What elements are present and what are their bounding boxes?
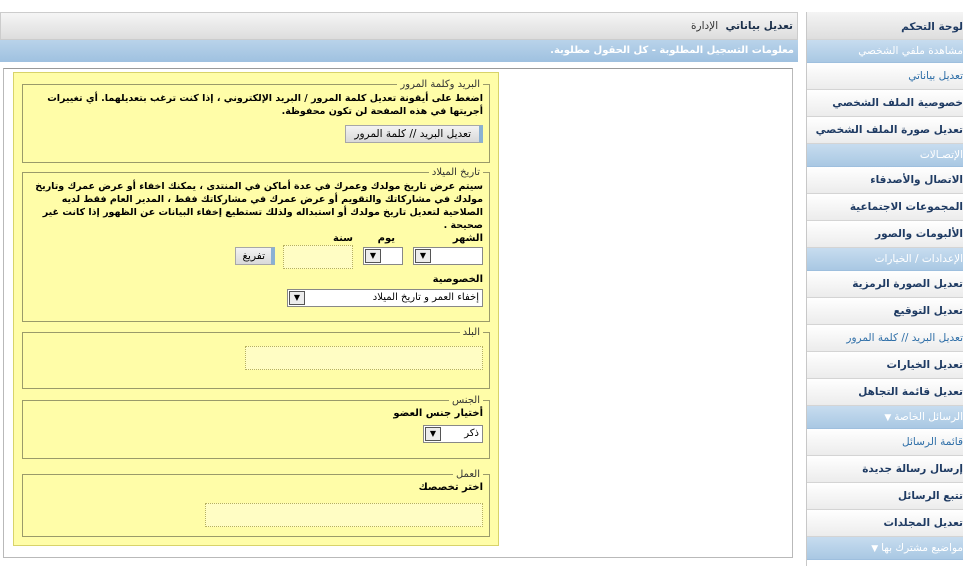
sidebar-item-18[interactable]: تتبع الرسائل (807, 483, 963, 510)
birthday-legend: تاريخ الميلاد (431, 167, 480, 178)
sidebar-item-label: تعديل قائمة التجاهل (858, 386, 963, 398)
sidebar-item-label: خصوصية الملف الشخصي (832, 97, 963, 109)
sidebar-item-3[interactable]: خصوصية الملف الشخصي (807, 90, 963, 117)
triangle-down-icon[interactable]: ▼ (884, 407, 891, 428)
sidebar-item-label: إرسال رسالة جديدة (862, 463, 963, 475)
chevron-down-icon[interactable]: ▼ (425, 427, 441, 441)
birthday-privacy-select[interactable]: إخفاء العمر و تاريخ الميلاد ▼ (287, 289, 483, 307)
gender-select[interactable]: ذكر ▼ (423, 425, 483, 443)
work-section: العمل اختر تخصصك (22, 469, 490, 537)
work-input[interactable] (205, 503, 483, 527)
gender-legend: الجنس (451, 395, 480, 406)
sidebar-item-4[interactable]: تعديل صورة الملف الشخصي (807, 117, 963, 144)
email-password-help: اضغط على أيقونة تعديل كلمة المرور / البر… (47, 93, 483, 117)
gender-section: الجنس أختيار جنس العضو ذكر ▼ (22, 395, 490, 459)
clear-birthday-button[interactable]: تفريغ (235, 247, 275, 265)
sidebar-section-1[interactable]: مشاهدة ملفي الشخصي (807, 40, 963, 63)
day-label: يوم (377, 233, 395, 244)
month-select[interactable]: ▼ (413, 247, 483, 265)
country-section: البلد (22, 327, 490, 389)
privacy-label: الخصوصية (432, 274, 483, 285)
info-bar: معلومات التسجيل المطلوبة - كل الحقول مطل… (0, 40, 798, 62)
sidebar-item-label: الرسائل الخاصة (894, 411, 963, 423)
sidebar-item-label: مواضيع مشترك بها (881, 542, 963, 554)
sidebar-section-15[interactable]: الرسائل الخاصة▼ (807, 406, 963, 429)
sidebar-item-label: تعديل المجلدات (883, 517, 963, 529)
sidebar-item-7[interactable]: المجموعات الاجتماعية (807, 194, 963, 221)
gender-label: أختيار جنس العضو (393, 408, 483, 419)
sidebar-item-label: تعديل التوقيع (893, 305, 963, 317)
triangle-down-icon[interactable]: ▼ (871, 538, 878, 559)
sidebar-item-label: المجموعات الاجتماعية (849, 201, 963, 213)
sidebar-item-label: تعديل بياناتي (908, 70, 963, 82)
chevron-down-icon[interactable]: ▼ (415, 249, 431, 263)
sidebar-item-label: تعديل صورة الملف الشخصي (815, 124, 963, 136)
sidebar-item-12[interactable]: تعديل البريد // كلمة المرور (807, 325, 963, 352)
sidebar-section-9[interactable]: الإعدادات / الخيارات (807, 248, 963, 271)
day-select[interactable]: ▼ (363, 247, 403, 265)
sidebar-section-5[interactable]: الإتصـالات (807, 144, 963, 167)
birthday-section: تاريخ الميلاد سيتم عرض تاريخ مولدك وعمرك… (22, 167, 490, 322)
year-label: سنة (333, 233, 353, 244)
sidebar-item-label: الاتصال والأصدقاء (870, 174, 963, 186)
edit-email-password-button[interactable]: تعديل البريد // كلمة المرور (345, 125, 483, 143)
breadcrumb[interactable]: الإدارة (691, 20, 718, 32)
sidebar-item-2[interactable]: تعديل بياناتي (807, 63, 963, 90)
sidebar: لوحة التحكم مشاهدة ملفي الشخصي تعديل بيانا… (806, 12, 963, 566)
sidebar-item-label: تعديل الخيارات (886, 359, 963, 371)
sidebar-item-10[interactable]: تعديل الصورة الرمزية (807, 271, 963, 298)
sidebar-item-14[interactable]: تعديل قائمة التجاهل (807, 379, 963, 406)
sidebar-item-13[interactable]: تعديل الخيارات (807, 352, 963, 379)
chevron-down-icon[interactable]: ▼ (289, 291, 305, 305)
sidebar-item-label: مشاهدة ملفي الشخصي (858, 45, 963, 57)
month-label: الشهر (452, 233, 483, 244)
sidebar-item-16[interactable]: قائمة الرسائل (807, 429, 963, 456)
sidebar-item-label: الإعدادات / الخيارات (874, 253, 963, 265)
sidebar-item-17[interactable]: إرسال رسالة جديدة (807, 456, 963, 483)
profile-form: البريد وكلمة المرور اضغط على أيقونة تعدي… (13, 72, 499, 546)
sidebar-item-label: تعديل البريد // كلمة المرور (846, 332, 963, 344)
sidebar-section-20[interactable]: مواضيع مشترك بها▼ (807, 537, 963, 560)
country-legend: البلد (462, 327, 480, 338)
sidebar-item-11[interactable]: تعديل التوقيع (807, 298, 963, 325)
year-input[interactable] (283, 245, 353, 269)
email-password-section: البريد وكلمة المرور اضغط على أيقونة تعدي… (22, 79, 490, 163)
chevron-down-icon[interactable]: ▼ (365, 249, 381, 263)
sidebar-item-6[interactable]: الاتصال والأصدقاء (807, 167, 963, 194)
sidebar-item-0[interactable]: لوحة التحكم (807, 12, 963, 40)
work-legend: العمل (455, 469, 480, 480)
sidebar-item-label: تتبع الرسائل (898, 490, 963, 502)
sidebar-item-label: الألبومات والصور (875, 228, 963, 240)
work-label: اختر تخصصك (418, 482, 483, 493)
email-password-legend: البريد وكلمة المرور (400, 79, 480, 90)
page-title: تعديل بياناتي (725, 20, 793, 32)
sidebar-item-8[interactable]: الألبومات والصور (807, 221, 963, 248)
sidebar-item-label: لوحة التحكم (901, 21, 963, 33)
birthday-help: سيتم عرض تاريخ مولدك وعمرك في عدة أماكن … (35, 181, 483, 231)
sidebar-item-label: قائمة الرسائل (902, 436, 963, 448)
sidebar-item-label: تعديل الصورة الرمزية (852, 278, 963, 290)
page-title-bar: تعديل بياناتي الإدارة (0, 12, 798, 40)
sidebar-item-label: الإتصـالات (919, 149, 963, 161)
country-input[interactable] (245, 346, 483, 370)
sidebar-item-19[interactable]: تعديل المجلدات (807, 510, 963, 537)
